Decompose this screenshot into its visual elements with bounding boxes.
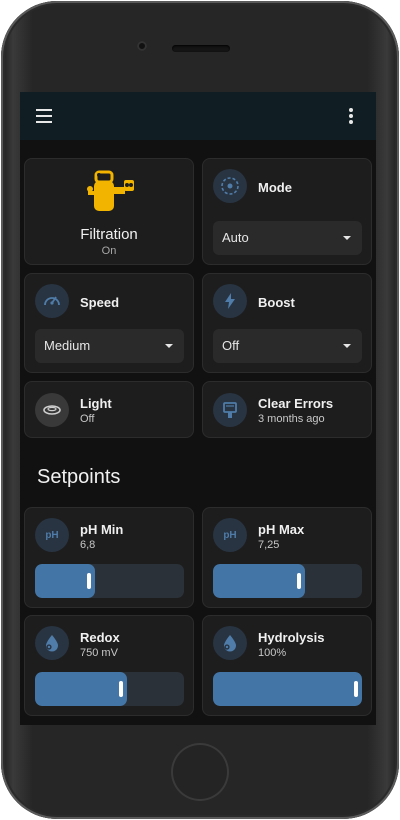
boost-select[interactable]: Off [213, 329, 362, 363]
water-drop-gear-icon [35, 626, 69, 660]
ring-light-icon [35, 393, 69, 427]
slider-fill [35, 564, 95, 598]
ph-icon: pH [213, 518, 247, 552]
slider-fill [213, 564, 305, 598]
ph-max-slider[interactable] [213, 564, 362, 598]
light-title: Light [80, 396, 112, 411]
vertical-dots-icon[interactable] [340, 106, 362, 126]
gauge-icon [35, 284, 69, 318]
mode-select-value: Auto [222, 230, 249, 245]
boost-title: Boost [258, 295, 295, 310]
ph-min-slider[interactable] [35, 564, 184, 598]
app-screen: Filtration On Mode Auto Speed Medium Boo… [20, 92, 376, 725]
boost-tile: Boost Off [202, 273, 372, 373]
slider-thumb[interactable] [119, 681, 123, 697]
clear-errors-title: Clear Errors [258, 396, 334, 411]
slider-fill [213, 672, 362, 706]
mode-title: Mode [258, 180, 292, 195]
ph-max-tile: pH pH Max 7,25 [202, 507, 372, 608]
top-app-bar [20, 92, 376, 140]
speed-title: Speed [80, 295, 120, 310]
redox-tile: Redox 750 mV [24, 615, 194, 716]
ph-min-tile: pH pH Min 6,8 [24, 507, 194, 608]
front-camera [137, 41, 147, 51]
target-dots-icon [213, 169, 247, 203]
filtration-title: Filtration [80, 226, 138, 243]
hydrolysis-slider[interactable] [213, 672, 362, 706]
hydrolysis-value: 100% [258, 647, 287, 659]
lightning-icon [213, 284, 247, 318]
ph-icon: pH [35, 518, 69, 552]
slider-thumb[interactable] [87, 573, 91, 589]
ph-max-value: 7,25 [258, 539, 280, 551]
slider-thumb[interactable] [297, 573, 301, 589]
ph-min-value: 6,8 [80, 539, 96, 551]
clear-errors-state: 3 months ago [258, 413, 325, 425]
mode-tile: Mode Auto [202, 158, 372, 265]
setpoints-heading: Setpoints [37, 466, 121, 488]
boost-select-value: Off [222, 338, 240, 353]
slider-thumb[interactable] [354, 681, 358, 697]
speed-tile: Speed Medium [24, 273, 194, 373]
redox-title: Redox [80, 630, 120, 645]
chevron-down-icon [165, 344, 173, 348]
filtration-tile[interactable]: Filtration On [24, 158, 194, 265]
redox-value: 750 mV [80, 647, 118, 659]
chevron-down-icon [343, 236, 351, 240]
home-button[interactable] [171, 743, 229, 801]
redox-slider[interactable] [35, 672, 184, 706]
speed-select[interactable]: Medium [35, 329, 184, 363]
slider-fill [35, 672, 127, 706]
light-state: Off [80, 413, 95, 425]
speed-select-value: Medium [44, 338, 91, 353]
mode-select[interactable]: Auto [213, 221, 362, 255]
earpiece-speaker [172, 45, 230, 52]
pool-filter-icon [87, 170, 134, 211]
hydrolysis-tile: Hydrolysis 100% [202, 615, 372, 716]
hydrolysis-title: Hydrolysis [258, 630, 325, 645]
ph-min-title: pH Min [80, 522, 124, 537]
chevron-down-icon [343, 344, 351, 348]
clear-errors-tile[interactable]: Clear Errors 3 months ago [202, 381, 372, 438]
light-tile[interactable]: Light Off [24, 381, 194, 438]
hamburger-menu-icon[interactable] [34, 106, 54, 126]
filtration-state: On [101, 245, 117, 257]
water-drop-gear-icon [213, 626, 247, 660]
clear-errors-icon [213, 393, 247, 427]
ph-max-title: pH Max [258, 522, 305, 537]
